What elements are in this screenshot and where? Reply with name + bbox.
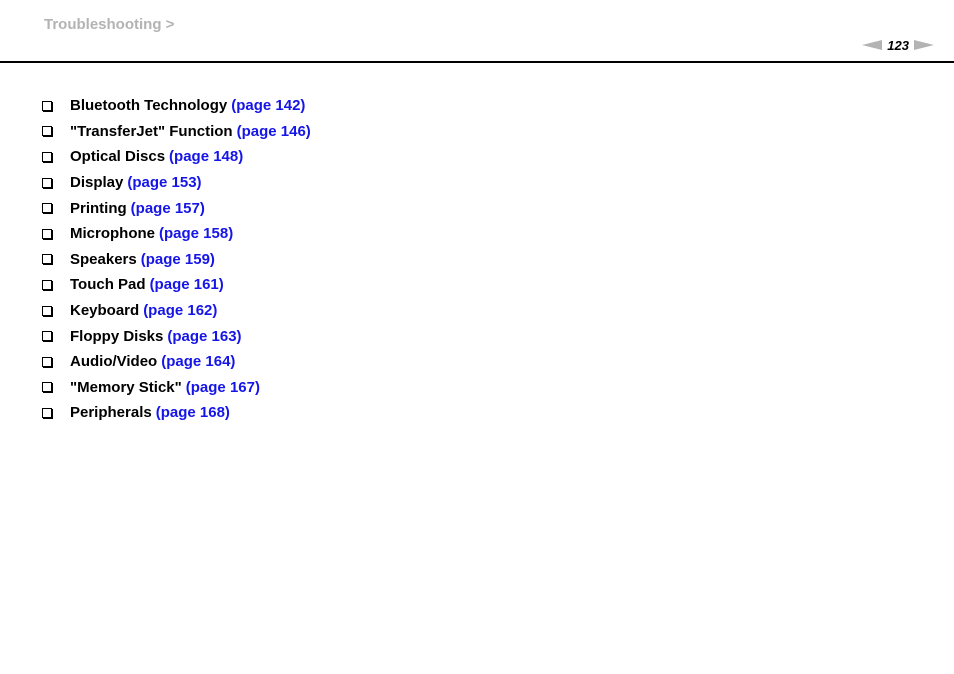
- topic-title: Floppy Disks: [70, 327, 164, 345]
- topic-title: Keyboard: [70, 302, 140, 320]
- checkbox-bullet-icon: [42, 407, 52, 418]
- checkbox-bullet-icon: [42, 305, 52, 316]
- page-link[interactable]: (page 153): [127, 174, 201, 191]
- page-link[interactable]: (page 162): [143, 302, 217, 319]
- list-item: Display (page 153): [40, 170, 311, 196]
- page-link[interactable]: (page 159): [141, 251, 215, 268]
- checkbox-bullet-icon: [42, 279, 52, 290]
- list-item: Microphone (page 158): [40, 221, 311, 247]
- page-link[interactable]: (page 168): [156, 404, 230, 421]
- page-link[interactable]: (page 142): [231, 97, 305, 114]
- page-link[interactable]: (page 163): [167, 328, 241, 345]
- topic-title: Display: [70, 174, 124, 192]
- topic-title: Printing: [70, 199, 127, 217]
- list-item: "TransferJet" Function (page 146): [40, 119, 311, 145]
- checkbox-bullet-icon: [42, 228, 52, 239]
- topic-title: Microphone: [70, 225, 155, 243]
- page-link[interactable]: (page 158): [159, 225, 233, 242]
- next-page-arrow-icon[interactable]: [914, 40, 934, 50]
- checkbox-bullet-icon: [42, 382, 52, 393]
- list-item: Optical Discs (page 148): [40, 144, 311, 170]
- topic-title: Speakers: [70, 250, 137, 268]
- list-item: Touch Pad (page 161): [40, 272, 311, 298]
- checkbox-bullet-icon: [42, 177, 52, 188]
- list-item: "Memory Stick" (page 167): [40, 375, 311, 401]
- header-divider: [0, 61, 954, 63]
- troubleshooting-topic-list: Bluetooth Technology (page 142) "Transfe…: [40, 93, 311, 426]
- checkbox-bullet-icon: [42, 331, 52, 342]
- breadcrumb[interactable]: Troubleshooting >: [44, 16, 174, 33]
- checkbox-bullet-icon: [42, 126, 52, 137]
- page-link[interactable]: (page 157): [131, 200, 205, 217]
- list-item: Floppy Disks (page 163): [40, 323, 311, 349]
- list-item: Peripherals (page 168): [40, 400, 311, 426]
- page-number: 123: [887, 37, 909, 53]
- list-item: Speakers (page 159): [40, 247, 311, 273]
- topic-title: "Memory Stick": [70, 378, 182, 396]
- list-item: Bluetooth Technology (page 142): [40, 93, 311, 119]
- checkbox-bullet-icon: [42, 254, 52, 265]
- checkbox-bullet-icon: [42, 203, 52, 214]
- page-link[interactable]: (page 146): [237, 123, 311, 140]
- page-link[interactable]: (page 161): [150, 276, 224, 293]
- topic-title: "TransferJet" Function: [70, 122, 233, 140]
- topic-title: Touch Pad: [70, 276, 146, 294]
- page-link[interactable]: (page 167): [186, 379, 260, 396]
- previous-page-arrow-icon[interactable]: [862, 40, 883, 50]
- page-link[interactable]: (page 148): [169, 148, 243, 165]
- topic-title: Audio/Video: [70, 353, 158, 371]
- page-link[interactable]: (page 164): [161, 353, 235, 370]
- list-item: Printing (page 157): [40, 195, 311, 221]
- topic-title: Optical Discs: [70, 148, 166, 166]
- topic-title: Bluetooth Technology: [70, 97, 228, 115]
- topic-title: Peripherals: [70, 404, 152, 422]
- list-item: Audio/Video (page 164): [40, 349, 311, 375]
- page-navigator: 123: [862, 37, 934, 53]
- list-item: Keyboard (page 162): [40, 298, 311, 324]
- checkbox-bullet-icon: [42, 100, 52, 111]
- checkbox-bullet-icon: [42, 356, 52, 367]
- checkbox-bullet-icon: [42, 151, 52, 162]
